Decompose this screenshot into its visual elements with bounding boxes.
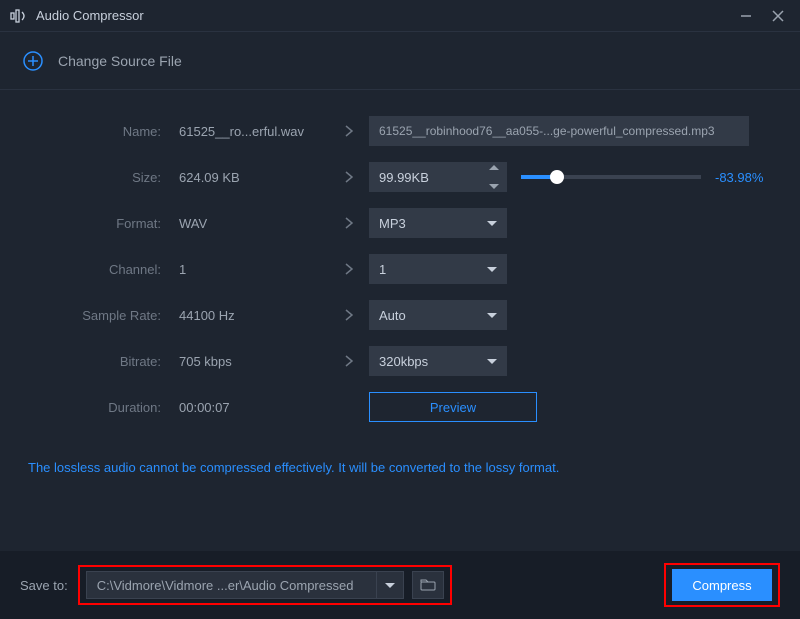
preview-label: Preview — [430, 400, 476, 415]
chevron-down-icon — [385, 583, 395, 588]
original-bitrate: 705 kbps — [179, 354, 329, 369]
bottombar: Save to: C:\Vidmore\Vidmore ...er\Audio … — [0, 551, 800, 619]
original-sample-rate: 44100 Hz — [179, 308, 329, 323]
row-sample-rate: Sample Rate: 44100 Hz Auto — [24, 292, 776, 338]
form-area: Name: 61525__ro...erful.wav 61525__robin… — [0, 90, 800, 430]
titlebar: Audio Compressor — [0, 0, 800, 32]
row-format: Format: WAV MP3 — [24, 200, 776, 246]
browse-folder-button[interactable] — [412, 571, 444, 599]
size-value: 99.99KB — [369, 170, 429, 185]
sample-rate-value: Auto — [379, 308, 406, 323]
close-button[interactable] — [766, 4, 790, 28]
compress-label: Compress — [692, 578, 751, 593]
row-channel: Channel: 1 1 — [24, 246, 776, 292]
label-bitrate: Bitrate: — [24, 354, 179, 369]
row-bitrate: Bitrate: 705 kbps 320kbps — [24, 338, 776, 384]
original-size: 624.09 KB — [179, 170, 329, 185]
size-reduction-percent: -83.98% — [715, 170, 763, 185]
arrow-icon — [329, 125, 369, 137]
sample-rate-select[interactable]: Auto — [369, 300, 507, 330]
row-size: Size: 624.09 KB 99.99KB -83.98% — [24, 154, 776, 200]
save-path-field[interactable]: C:\Vidmore\Vidmore ...er\Audio Compresse… — [86, 571, 376, 599]
slider-thumb[interactable] — [550, 170, 564, 184]
chevron-down-icon — [487, 267, 497, 272]
row-duration: Duration: 00:00:07 Preview — [24, 384, 776, 430]
bitrate-value: 320kbps — [379, 354, 428, 369]
save-to-label: Save to: — [20, 578, 68, 593]
format-select[interactable]: MP3 — [369, 208, 507, 238]
label-format: Format: — [24, 216, 179, 231]
label-channel: Channel: — [24, 262, 179, 277]
channel-value: 1 — [379, 262, 386, 277]
compress-button[interactable]: Compress — [672, 569, 772, 601]
change-source-label: Change Source File — [58, 53, 182, 69]
compress-highlight: Compress — [664, 563, 780, 607]
label-size: Size: — [24, 170, 179, 185]
chevron-down-icon — [487, 221, 497, 226]
original-duration: 00:00:07 — [179, 400, 329, 415]
row-name: Name: 61525__ro...erful.wav 61525__robin… — [24, 108, 776, 154]
label-duration: Duration: — [24, 400, 179, 415]
change-source-row[interactable]: Change Source File — [0, 32, 800, 90]
arrow-icon — [329, 217, 369, 229]
app-icon — [10, 7, 28, 25]
chevron-down-icon — [487, 359, 497, 364]
chevron-down-icon — [487, 313, 497, 318]
minimize-button[interactable] — [734, 4, 758, 28]
arrow-icon — [329, 263, 369, 275]
folder-icon — [420, 579, 436, 591]
arrow-icon — [329, 309, 369, 321]
save-path-text: C:\Vidmore\Vidmore ...er\Audio Compresse… — [97, 578, 354, 593]
label-sample-rate: Sample Rate: — [24, 308, 179, 323]
format-value: MP3 — [379, 216, 406, 231]
output-name-text: 61525__robinhood76__aa055-...ge-powerful… — [379, 124, 715, 138]
preview-button[interactable]: Preview — [369, 392, 537, 422]
output-name-field[interactable]: 61525__robinhood76__aa055-...ge-powerful… — [369, 116, 749, 146]
original-channel: 1 — [179, 262, 329, 277]
add-icon — [22, 50, 44, 72]
size-up-button[interactable] — [489, 165, 499, 170]
channel-select[interactable]: 1 — [369, 254, 507, 284]
original-name: 61525__ro...erful.wav — [179, 124, 329, 139]
label-name: Name: — [24, 124, 179, 139]
window-title: Audio Compressor — [36, 8, 726, 23]
size-spinbox[interactable]: 99.99KB — [369, 162, 507, 192]
save-path-dropdown[interactable] — [376, 571, 404, 599]
size-slider[interactable] — [521, 175, 701, 179]
original-format: WAV — [179, 216, 329, 231]
bitrate-select[interactable]: 320kbps — [369, 346, 507, 376]
save-path-highlight: C:\Vidmore\Vidmore ...er\Audio Compresse… — [78, 565, 452, 605]
size-down-button[interactable] — [489, 184, 499, 189]
arrow-icon — [329, 171, 369, 183]
arrow-icon — [329, 355, 369, 367]
lossy-notice: The lossless audio cannot be compressed … — [0, 430, 800, 475]
